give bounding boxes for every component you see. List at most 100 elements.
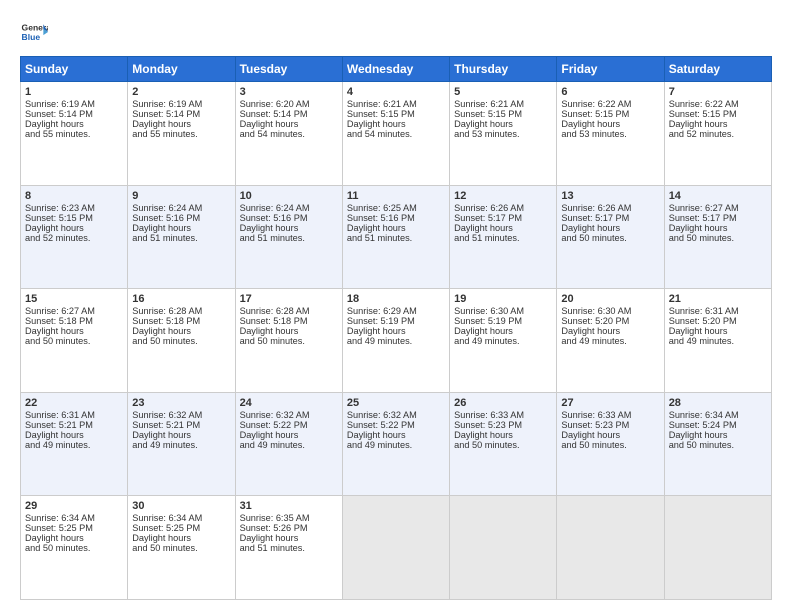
calendar-header-saturday: Saturday: [664, 57, 771, 82]
daylight-label: Daylight hours: [347, 223, 445, 233]
sunrise-info: Sunrise: 6:23 AM: [25, 203, 123, 213]
sunset-info: Sunset: 5:15 PM: [25, 213, 123, 223]
day-number: 3: [240, 86, 338, 98]
daylight-value: and 50 minutes.: [132, 336, 230, 346]
daylight-value: and 49 minutes.: [669, 336, 767, 346]
day-number: 1: [25, 86, 123, 98]
daylight-label: Daylight hours: [347, 119, 445, 129]
sunset-info: Sunset: 5:17 PM: [669, 213, 767, 223]
calendar-cell: 12Sunrise: 6:26 AMSunset: 5:17 PMDayligh…: [450, 185, 557, 289]
sunset-info: Sunset: 5:15 PM: [669, 109, 767, 119]
day-number: 30: [132, 500, 230, 512]
sunset-info: Sunset: 5:15 PM: [561, 109, 659, 119]
calendar-header-tuesday: Tuesday: [235, 57, 342, 82]
day-number: 29: [25, 500, 123, 512]
sunset-info: Sunset: 5:15 PM: [454, 109, 552, 119]
daylight-label: Daylight hours: [561, 223, 659, 233]
day-number: 27: [561, 397, 659, 409]
daylight-value: and 50 minutes.: [25, 543, 123, 553]
daylight-value: and 55 minutes.: [132, 129, 230, 139]
calendar-cell: 21Sunrise: 6:31 AMSunset: 5:20 PMDayligh…: [664, 289, 771, 393]
sunset-info: Sunset: 5:20 PM: [561, 316, 659, 326]
sunrise-info: Sunrise: 6:30 AM: [561, 306, 659, 316]
calendar-cell: [450, 496, 557, 600]
daylight-label: Daylight hours: [132, 119, 230, 129]
day-number: 4: [347, 86, 445, 98]
calendar-cell: 15Sunrise: 6:27 AMSunset: 5:18 PMDayligh…: [21, 289, 128, 393]
day-number: 7: [669, 86, 767, 98]
logo-icon: General Blue: [20, 18, 48, 46]
day-number: 14: [669, 190, 767, 202]
day-number: 23: [132, 397, 230, 409]
sunset-info: Sunset: 5:14 PM: [25, 109, 123, 119]
calendar-cell: 25Sunrise: 6:32 AMSunset: 5:22 PMDayligh…: [342, 392, 449, 496]
daylight-label: Daylight hours: [561, 326, 659, 336]
daylight-value: and 50 minutes.: [561, 233, 659, 243]
day-number: 19: [454, 293, 552, 305]
daylight-value: and 49 minutes.: [347, 440, 445, 450]
calendar-week-row: 1Sunrise: 6:19 AMSunset: 5:14 PMDaylight…: [21, 82, 772, 186]
page: General Blue SundayMondayTuesdayWednesda…: [0, 0, 792, 612]
daylight-value: and 53 minutes.: [454, 129, 552, 139]
sunset-info: Sunset: 5:19 PM: [347, 316, 445, 326]
calendar-cell: 2Sunrise: 6:19 AMSunset: 5:14 PMDaylight…: [128, 82, 235, 186]
sunrise-info: Sunrise: 6:24 AM: [132, 203, 230, 213]
sunset-info: Sunset: 5:18 PM: [25, 316, 123, 326]
daylight-label: Daylight hours: [561, 119, 659, 129]
sunrise-info: Sunrise: 6:19 AM: [25, 99, 123, 109]
sunrise-info: Sunrise: 6:19 AM: [132, 99, 230, 109]
daylight-label: Daylight hours: [454, 326, 552, 336]
daylight-label: Daylight hours: [25, 326, 123, 336]
sunset-info: Sunset: 5:19 PM: [454, 316, 552, 326]
day-number: 10: [240, 190, 338, 202]
sunrise-info: Sunrise: 6:20 AM: [240, 99, 338, 109]
sunset-info: Sunset: 5:16 PM: [240, 213, 338, 223]
logo: General Blue: [20, 18, 48, 46]
calendar-cell: 4Sunrise: 6:21 AMSunset: 5:15 PMDaylight…: [342, 82, 449, 186]
sunrise-info: Sunrise: 6:34 AM: [132, 513, 230, 523]
daylight-value: and 50 minutes.: [669, 233, 767, 243]
sunset-info: Sunset: 5:22 PM: [347, 420, 445, 430]
sunrise-info: Sunrise: 6:28 AM: [132, 306, 230, 316]
calendar-cell: 6Sunrise: 6:22 AMSunset: 5:15 PMDaylight…: [557, 82, 664, 186]
sunrise-info: Sunrise: 6:33 AM: [561, 410, 659, 420]
sunrise-info: Sunrise: 6:34 AM: [25, 513, 123, 523]
daylight-value: and 50 minutes.: [25, 336, 123, 346]
day-number: 12: [454, 190, 552, 202]
sunset-info: Sunset: 5:21 PM: [25, 420, 123, 430]
daylight-label: Daylight hours: [240, 533, 338, 543]
daylight-label: Daylight hours: [347, 430, 445, 440]
sunset-info: Sunset: 5:15 PM: [347, 109, 445, 119]
calendar-cell: 5Sunrise: 6:21 AMSunset: 5:15 PMDaylight…: [450, 82, 557, 186]
sunset-info: Sunset: 5:16 PM: [347, 213, 445, 223]
calendar-cell: 30Sunrise: 6:34 AMSunset: 5:25 PMDayligh…: [128, 496, 235, 600]
day-number: 31: [240, 500, 338, 512]
day-number: 20: [561, 293, 659, 305]
calendar-cell: 19Sunrise: 6:30 AMSunset: 5:19 PMDayligh…: [450, 289, 557, 393]
sunset-info: Sunset: 5:22 PM: [240, 420, 338, 430]
daylight-label: Daylight hours: [454, 430, 552, 440]
daylight-label: Daylight hours: [240, 326, 338, 336]
sunrise-info: Sunrise: 6:26 AM: [454, 203, 552, 213]
daylight-value: and 54 minutes.: [240, 129, 338, 139]
sunset-info: Sunset: 5:17 PM: [561, 213, 659, 223]
svg-text:Blue: Blue: [22, 32, 41, 42]
sunrise-info: Sunrise: 6:32 AM: [132, 410, 230, 420]
daylight-value: and 51 minutes.: [347, 233, 445, 243]
day-number: 25: [347, 397, 445, 409]
header: General Blue: [20, 18, 772, 46]
daylight-value: and 52 minutes.: [669, 129, 767, 139]
sunset-info: Sunset: 5:16 PM: [132, 213, 230, 223]
sunset-info: Sunset: 5:25 PM: [132, 523, 230, 533]
sunset-info: Sunset: 5:17 PM: [454, 213, 552, 223]
day-number: 15: [25, 293, 123, 305]
daylight-value: and 50 minutes.: [132, 543, 230, 553]
sunrise-info: Sunrise: 6:29 AM: [347, 306, 445, 316]
calendar-header-thursday: Thursday: [450, 57, 557, 82]
daylight-value: and 55 minutes.: [25, 129, 123, 139]
daylight-label: Daylight hours: [25, 223, 123, 233]
calendar-week-row: 8Sunrise: 6:23 AMSunset: 5:15 PMDaylight…: [21, 185, 772, 289]
daylight-value: and 50 minutes.: [240, 336, 338, 346]
calendar-cell: [342, 496, 449, 600]
sunset-info: Sunset: 5:26 PM: [240, 523, 338, 533]
